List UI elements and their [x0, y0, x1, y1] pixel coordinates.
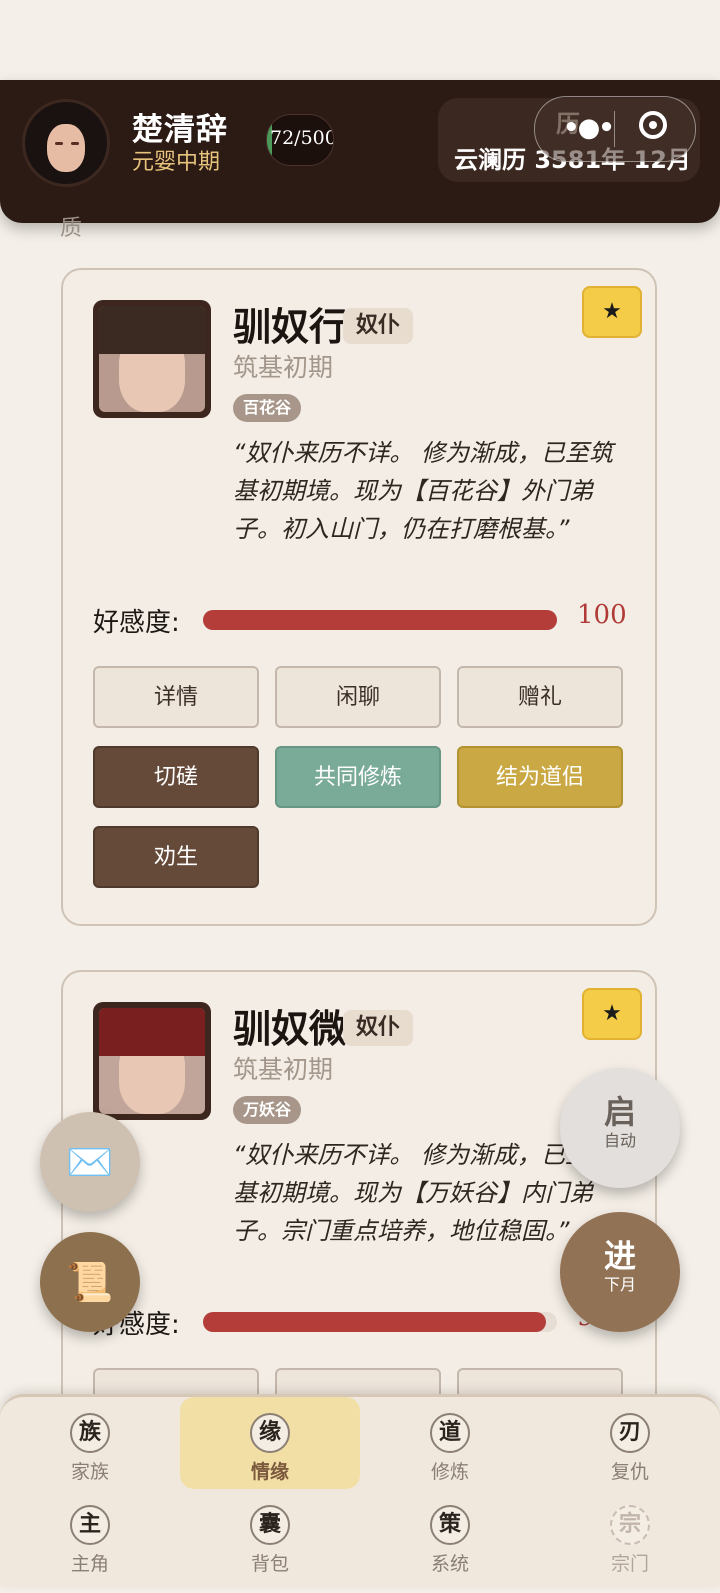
nav-cultivation[interactable]: 道修炼 — [390, 1411, 510, 1501]
companion-sect-badge: 万妖谷 — [233, 1096, 302, 1124]
nav-system[interactable]: 策系统 — [390, 1503, 510, 1593]
nav-revenge[interactable]: 刃复仇 — [570, 1411, 690, 1501]
player-realm: 元婴中期 — [132, 150, 221, 175]
auto-play-button[interactable]: 启 自动 — [560, 1068, 680, 1188]
become-partner-button[interactable]: 结为道侣 — [457, 746, 623, 808]
system-icon: 策 — [430, 1505, 470, 1545]
companion-portrait[interactable] — [93, 1002, 211, 1120]
quest-scroll-button[interactable]: 📜 — [40, 1232, 140, 1332]
player-avatar[interactable] — [22, 99, 110, 187]
nav-label: 背包 — [250, 1553, 289, 1575]
next-month-glyph: 进 — [603, 1237, 636, 1275]
companion-card: 驯奴微 奴仆 筑基初期 万妖谷 ★ “奴仆来历不详。 修为渐成，已至筑基初期境。… — [61, 970, 657, 1430]
spar-button[interactable]: 切磋 — [93, 746, 259, 808]
companion-description: “奴仆来历不详。 修为渐成，已至筑基初期境。现为【百花谷】外门弟子。初入山门，仍… — [233, 439, 614, 543]
companion-name: 驯奴微 — [233, 1007, 348, 1051]
companion-realm: 筑基初期 — [233, 353, 334, 382]
companion-realm: 筑基初期 — [233, 1055, 334, 1084]
details-button[interactable]: 详情 — [93, 666, 259, 728]
companion-role-badge: 奴仆 — [343, 1010, 413, 1046]
nav-label: 系统 — [430, 1553, 469, 1575]
mail-button[interactable]: ✉️ — [40, 1112, 140, 1212]
gift-button[interactable]: 赠礼 — [457, 666, 623, 728]
nav-label: 家族 — [70, 1461, 109, 1483]
nav-romance[interactable]: 缘情缘 — [180, 1397, 360, 1489]
companion-name: 驯奴行 — [233, 305, 348, 349]
nav-label: 宗门 — [610, 1553, 649, 1575]
backpack-icon: 囊 — [250, 1505, 290, 1545]
favorite-star-button[interactable]: ★ — [582, 286, 642, 338]
companion-card: 驯奴行 奴仆 筑基初期 百花谷 ★ “奴仆来历不详。 修为渐成，已至筑基初期境。… — [61, 268, 657, 926]
nav-sect[interactable]: 宗宗门 — [570, 1503, 690, 1593]
nav-backpack[interactable]: 囊背包 — [210, 1503, 330, 1593]
protagonist-icon: 主 — [70, 1505, 110, 1545]
partially-hidden-label: 质 — [60, 216, 83, 241]
family-icon: 族 — [70, 1413, 110, 1453]
nav-label: 复仇 — [610, 1461, 649, 1483]
blade-icon: 刃 — [610, 1413, 650, 1453]
close-target-icon[interactable] — [639, 111, 667, 139]
affection-bar — [203, 610, 557, 630]
companion-portrait[interactable] — [93, 300, 211, 418]
affection-value: 100 — [577, 600, 627, 630]
companion-sect-badge: 百花谷 — [233, 394, 302, 422]
affection-bar-fill — [203, 610, 557, 630]
mail-icon: ✉️ — [66, 1140, 114, 1184]
romance-icon: 缘 — [250, 1413, 290, 1453]
cultivate-together-button[interactable]: 共同修炼 — [275, 746, 441, 808]
persuade-button[interactable]: 劝生 — [93, 826, 259, 888]
capsule-divider — [614, 111, 615, 147]
scroll-icon: 📜 — [66, 1260, 114, 1304]
affection-label: 好感度: — [93, 608, 180, 638]
exp-progress: 72/500 — [266, 114, 334, 166]
player-name: 楚清辞 — [132, 112, 228, 148]
companion-role-badge: 奴仆 — [343, 308, 413, 344]
nav-label: 主角 — [70, 1553, 109, 1575]
affection-bar-fill — [203, 1312, 547, 1332]
exp-text: 72/500 — [270, 127, 334, 149]
sect-icon: 宗 — [610, 1505, 650, 1545]
nav-protagonist[interactable]: 主主角 — [30, 1503, 150, 1593]
favorite-star-button[interactable]: ★ — [582, 988, 642, 1040]
auto-play-glyph: 启 — [603, 1093, 636, 1131]
cultivation-icon: 道 — [430, 1413, 470, 1453]
next-month-label: 下月 — [603, 1275, 636, 1294]
bottom-navigation: 族家族 缘情缘 道修炼 刃复仇 主主角 囊背包 策系统 宗宗门 — [0, 1394, 720, 1586]
nav-family[interactable]: 族家族 — [30, 1411, 150, 1501]
more-icon[interactable]: •●• — [563, 113, 615, 143]
chat-button[interactable]: 闲聊 — [275, 666, 441, 728]
next-month-button[interactable]: 进 下月 — [560, 1212, 680, 1332]
affection-bar — [203, 1312, 557, 1332]
nav-label: 情缘 — [250, 1461, 289, 1483]
auto-play-label: 自动 — [603, 1131, 636, 1150]
nav-label: 修炼 — [430, 1461, 469, 1483]
mini-program-capsule: •●• — [534, 96, 696, 162]
